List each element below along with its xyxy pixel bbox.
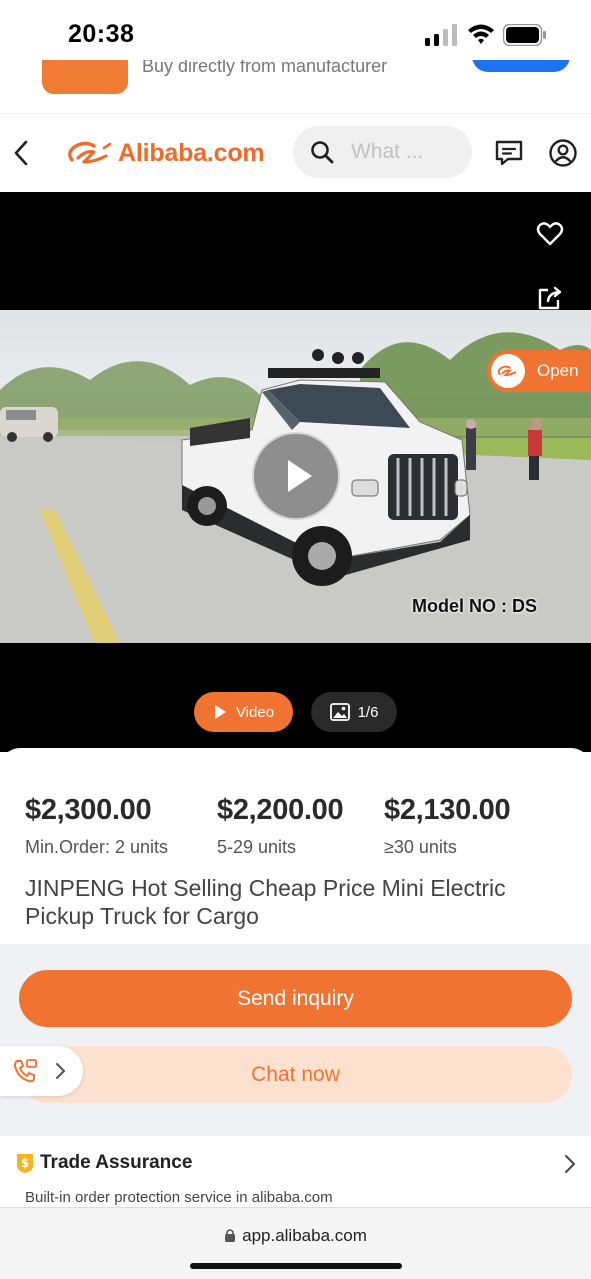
price-tier-2: $2,200.00 xyxy=(217,794,344,826)
banner-app-icon xyxy=(42,60,128,94)
video-tab-button[interactable]: Video xyxy=(194,692,293,732)
banner-text: Buy directly from manufacturer xyxy=(142,60,388,76)
chevron-right-icon[interactable] xyxy=(563,1154,577,1174)
price-tier-2-qty: 5-29 units xyxy=(217,837,297,857)
url-text: app.alibaba.com xyxy=(242,1226,367,1245)
product-title: JINPENG Hot Selling Cheap Price Mini Ele… xyxy=(25,875,506,929)
back-icon[interactable] xyxy=(10,139,34,167)
action-panel: Send inquiry Chat now xyxy=(0,944,591,1136)
open-in-app-button[interactable]: Open xyxy=(487,350,591,392)
trade-assurance-icon: $ xyxy=(17,1154,33,1173)
logo-text: Alibaba.com xyxy=(118,138,265,167)
call-supplier-button[interactable] xyxy=(0,1046,83,1096)
video-icon xyxy=(214,705,226,719)
play-icon xyxy=(288,460,312,492)
image-icon xyxy=(329,703,350,721)
open-label: Open xyxy=(537,361,579,380)
lock-icon xyxy=(225,1229,236,1242)
model-watermark: Model NO : DS xyxy=(412,596,537,616)
product-media-gallery[interactable]: Open Model NO : DS Video 1/6 xyxy=(0,192,591,752)
chat-now-button[interactable]: Chat now xyxy=(19,1046,572,1103)
signal-icon xyxy=(425,24,457,46)
product-info-card: $2,300.00 Min.Order: 2 units $2,200.00 5… xyxy=(0,748,591,948)
alibaba-logo-small-icon xyxy=(497,365,517,377)
url-display[interactable]: app.alibaba.com xyxy=(0,1226,591,1246)
price-tier-1: $2,300.00 xyxy=(25,794,152,826)
alibaba-badge-icon xyxy=(491,354,525,388)
search-input[interactable] xyxy=(351,140,461,164)
status-time: 20:38 xyxy=(68,20,135,48)
message-icon[interactable] xyxy=(494,138,524,168)
alibaba-logo-icon xyxy=(68,141,112,164)
trade-assurance-subtitle: Built-in order protection service in ali… xyxy=(25,1189,333,1206)
image-counter: 1/6 xyxy=(357,703,379,721)
send-inquiry-button[interactable]: Send inquiry xyxy=(19,970,572,1027)
trade-assurance-section[interactable]: $ Trade Assurance Built-in order protect… xyxy=(0,1138,591,1210)
price-tier-3: $2,130.00 xyxy=(384,794,511,826)
wifi-icon xyxy=(468,24,494,44)
page: 20:38 Buy directly from manufacturer Ali… xyxy=(0,0,591,1279)
price-tier-3-qty: ≥30 units xyxy=(384,837,457,857)
user-icon[interactable] xyxy=(548,138,578,168)
alibaba-logo[interactable]: Alibaba.com xyxy=(64,136,265,170)
heart-icon[interactable] xyxy=(536,220,564,248)
search-icon xyxy=(311,141,334,164)
chevron-right-icon xyxy=(56,1063,65,1079)
search-bar[interactable] xyxy=(293,126,472,178)
phone-icon xyxy=(14,1059,37,1083)
battery-icon xyxy=(503,24,546,46)
svg-text:$: $ xyxy=(21,1156,29,1170)
app-download-banner[interactable]: Buy directly from manufacturer xyxy=(0,60,591,114)
status-bar: 20:38 xyxy=(0,0,591,60)
browser-address-bar[interactable]: app.alibaba.com xyxy=(0,1207,591,1279)
banner-button[interactable] xyxy=(472,60,570,72)
share-icon[interactable] xyxy=(536,284,564,312)
images-tab-button[interactable]: 1/6 xyxy=(311,692,397,732)
price-tier-1-qty: Min.Order: 2 units xyxy=(25,837,169,857)
trade-assurance-title: Trade Assurance xyxy=(40,1152,193,1173)
video-label: Video xyxy=(235,703,275,721)
play-button[interactable] xyxy=(252,432,340,520)
site-header: Alibaba.com xyxy=(0,114,591,192)
home-indicator xyxy=(190,1263,402,1269)
